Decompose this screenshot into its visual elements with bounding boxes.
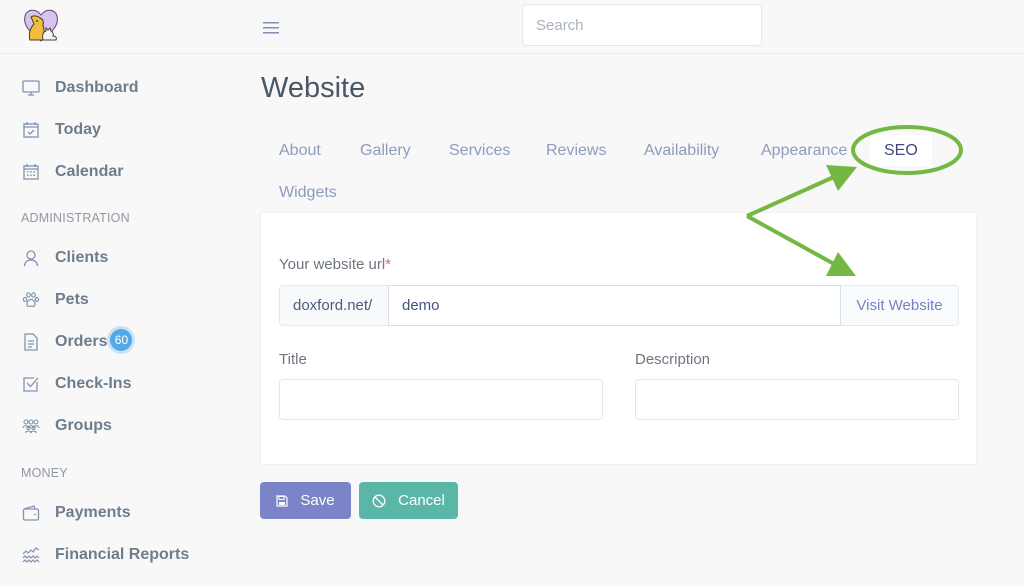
sidebar-item-label: Calendar	[55, 163, 124, 180]
floppy-disk-icon	[276, 494, 288, 507]
sidebar-item-label: Financial Reports	[55, 546, 190, 563]
app-logo[interactable]	[22, 7, 60, 43]
sidebar-item-clients[interactable]: Clients	[22, 246, 108, 270]
visit-website-button[interactable]: Visit Website	[841, 285, 959, 326]
description-label: Description	[635, 351, 711, 368]
dog-cat-heart-icon	[24, 9, 58, 42]
calendar-grid-icon	[23, 164, 39, 180]
title-label: Title	[279, 351, 307, 368]
sidebar-item-label: Pets	[55, 291, 89, 308]
sidebar-item-label: Check-Ins	[55, 375, 132, 392]
tab-appearance[interactable]: Appearance	[761, 142, 847, 160]
sidebar-item-orders[interactable]: Orders 60	[22, 329, 133, 354]
search-input[interactable]	[522, 4, 762, 46]
checkbox-icon	[23, 377, 39, 392]
group-icon	[22, 419, 40, 434]
sidebar-item-label: Dashboard	[55, 79, 139, 96]
website-url-label: Your website url*	[279, 256, 391, 273]
website-url-label-text: Your website url	[279, 256, 386, 273]
ban-icon	[372, 494, 386, 508]
title-input[interactable]	[279, 379, 603, 420]
sidebar-item-today[interactable]: Today	[22, 118, 101, 142]
sidebar-item-label: Orders	[55, 333, 108, 350]
website-url-input[interactable]	[388, 285, 841, 326]
seo-form-card	[260, 212, 977, 465]
document-icon	[24, 333, 38, 351]
tab-about[interactable]: About	[279, 142, 321, 160]
header-divider	[0, 53, 1024, 54]
tab-seo[interactable]: SEO	[870, 135, 932, 167]
monitor-icon	[22, 80, 40, 96]
calendar-check-icon	[23, 122, 39, 138]
section-label-money: MONEY	[21, 466, 68, 480]
save-button[interactable]: Save	[260, 482, 351, 519]
cancel-button[interactable]: Cancel	[359, 482, 458, 519]
paw-icon	[22, 292, 40, 308]
tab-gallery[interactable]: Gallery	[360, 142, 411, 160]
sidebar-item-label: Clients	[55, 249, 109, 266]
user-icon	[23, 250, 39, 267]
tab-services[interactable]: Services	[449, 142, 510, 160]
wallet-icon	[22, 505, 40, 521]
website-url-input-group: doxford.net/ Visit Website	[279, 285, 959, 326]
sidebar-item-pets[interactable]: Pets	[22, 288, 89, 312]
sidebar-item-groups[interactable]: Groups	[22, 414, 112, 438]
sidebar-item-label: Today	[55, 121, 101, 138]
description-input[interactable]	[635, 379, 959, 420]
chart-wave-icon	[22, 547, 40, 563]
sidebar-item-check-ins[interactable]: Check-Ins	[22, 372, 131, 396]
sidebar-item-calendar[interactable]: Calendar	[22, 160, 123, 184]
cancel-button-label: Cancel	[398, 492, 445, 509]
menu-toggle-button[interactable]	[262, 20, 280, 36]
tab-reviews[interactable]: Reviews	[546, 142, 606, 160]
required-marker: *	[385, 256, 392, 273]
orders-count-badge: 60	[110, 329, 133, 351]
url-prefix: doxford.net/	[279, 285, 388, 326]
section-label-administration: ADMINISTRATION	[21, 211, 130, 225]
annotation-arrow-up	[746, 165, 857, 218]
tab-widgets[interactable]: Widgets	[279, 184, 337, 202]
page-title: Website	[261, 72, 366, 104]
sidebar-item-label: Groups	[55, 417, 112, 434]
save-button-label: Save	[300, 492, 335, 509]
sidebar-item-dashboard[interactable]: Dashboard	[22, 76, 139, 100]
sidebar-item-financial-reports[interactable]: Financial Reports	[22, 543, 189, 567]
sidebar-item-payments[interactable]: Payments	[22, 501, 131, 525]
tab-availability[interactable]: Availability	[644, 142, 719, 160]
sidebar-item-label: Payments	[55, 504, 131, 521]
hamburger-icon	[263, 22, 279, 34]
